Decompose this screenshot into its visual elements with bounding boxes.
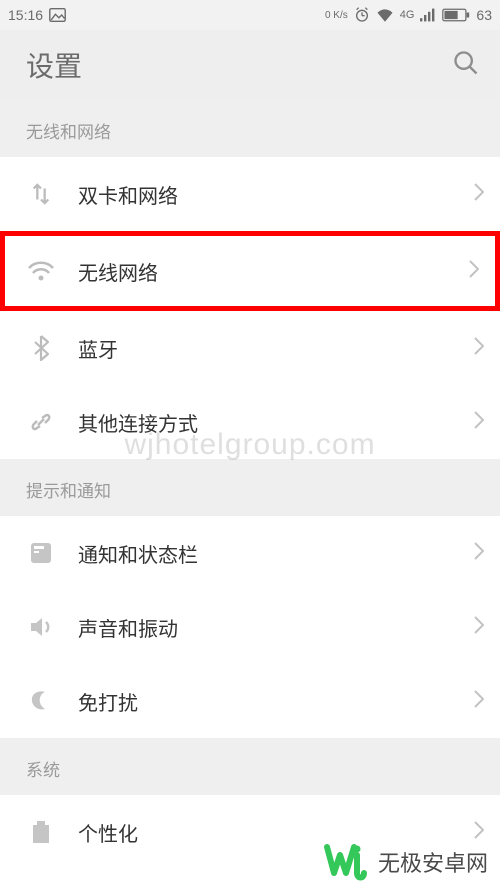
image-icon <box>49 8 66 22</box>
volume-icon <box>26 615 56 639</box>
item-label: 蓝牙 <box>78 334 452 363</box>
chevron-right-icon <box>474 542 484 565</box>
status-left: 15:16 <box>8 7 66 23</box>
notification-panel-icon <box>26 541 56 565</box>
footer-brand: 无极安卓网 <box>324 843 488 881</box>
network-4g: 4G <box>400 9 415 21</box>
app-header: 设置 <box>0 30 500 100</box>
section-header-system: 系统 <box>0 738 500 795</box>
settings-item-sound[interactable]: 声音和振动 <box>0 590 500 664</box>
item-label: 其他连接方式 <box>78 408 452 437</box>
section-title: 提示和通知 <box>26 482 111 501</box>
brand-logo-icon <box>324 843 370 881</box>
chevron-right-icon <box>474 690 484 713</box>
battery-level: 63 <box>476 7 492 23</box>
status-time: 15:16 <box>8 7 43 23</box>
section-header-alerts: 提示和通知 <box>0 459 500 516</box>
search-icon <box>452 49 480 77</box>
item-label: 双卡和网络 <box>78 180 452 209</box>
link-icon <box>26 409 56 435</box>
alarm-icon <box>354 7 370 23</box>
signal-icon <box>420 8 436 22</box>
settings-item-other-connect[interactable]: 其他连接方式 <box>0 385 500 459</box>
battery-icon <box>442 8 470 22</box>
chevron-right-icon <box>474 411 484 434</box>
status-right: 0 K/s 4G 63 <box>325 7 492 23</box>
chevron-right-icon <box>474 616 484 639</box>
page-title: 设置 <box>26 45 82 85</box>
section-title: 系统 <box>26 761 60 780</box>
bluetooth-icon <box>26 334 56 362</box>
section-header-wireless: 无线和网络 <box>0 100 500 157</box>
chevron-right-icon <box>474 183 484 206</box>
item-label: 免打扰 <box>78 687 452 716</box>
item-label: 声音和振动 <box>78 613 452 642</box>
section-title: 无线和网络 <box>26 123 111 142</box>
search-button[interactable] <box>452 49 480 82</box>
settings-item-notification[interactable]: 通知和状态栏 <box>0 516 500 590</box>
wifi-icon <box>26 260 56 282</box>
chevron-right-icon <box>474 337 484 360</box>
swap-vertical-icon <box>26 181 56 207</box>
settings-item-dnd[interactable]: 免打扰 <box>0 664 500 738</box>
item-label: 无线网络 <box>78 257 447 286</box>
settings-item-bluetooth[interactable]: 蓝牙 <box>0 311 500 385</box>
settings-item-wifi[interactable]: 无线网络 <box>0 231 500 311</box>
theme-icon <box>26 819 56 845</box>
net-speed: 0 K/s <box>325 10 348 21</box>
status-bar: 15:16 0 K/s 4G 63 <box>0 0 500 30</box>
settings-item-sim-network[interactable]: 双卡和网络 <box>0 157 500 231</box>
item-label: 通知和状态栏 <box>78 539 452 568</box>
brand-text: 无极安卓网 <box>378 846 488 878</box>
wifi-status-icon <box>376 8 394 22</box>
moon-icon <box>26 689 56 713</box>
chevron-right-icon <box>469 260 479 283</box>
chevron-right-icon <box>474 821 484 844</box>
